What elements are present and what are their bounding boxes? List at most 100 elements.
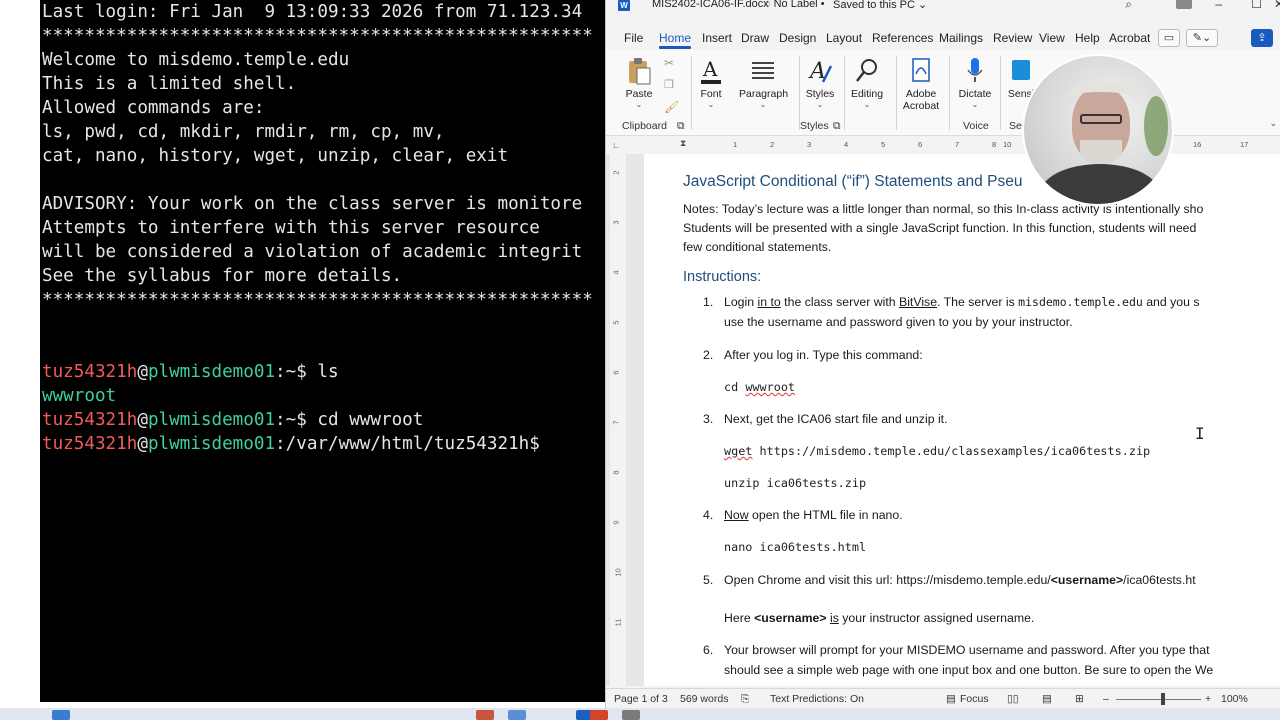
zoom-slider[interactable] [1116,699,1201,700]
horizontal-ruler[interactable]: ∟ ⧗ 1 2 3 4 5 6 7 8 9 10 16 17 [606,138,1280,152]
sensitivity-label[interactable]: ◌ No Label • [764,0,825,10]
zoom-in-button[interactable]: + [1205,693,1211,705]
svg-text:A: A [702,57,718,81]
code-line: wget https://misdemo.temple.edu/classexa… [724,444,1151,458]
document-page[interactable]: JavaScript Conditional (“if”) Statements… [644,154,1280,686]
paste-button[interactable]: Paste ⌄ [622,56,656,109]
notes-line: few conditional statements. [683,240,832,254]
proofing-icon[interactable]: ⎘ [741,693,749,706]
document-filename[interactable]: MIS2402-ICA06-IF.docx [652,0,769,10]
font-button[interactable]: A Font ⌄ [696,56,726,109]
chevron-down-icon: ⌄ [863,100,871,109]
tab-file[interactable]: File [624,31,643,45]
search-icon[interactable]: ⌕ [1125,0,1132,12]
text-predictions[interactable]: Text Predictions: On [770,693,864,705]
terminal-blank [42,312,606,336]
tab-references[interactable]: References [872,31,933,45]
styles-label: Styles [805,88,835,100]
step-number: 2. [703,348,714,362]
tab-selector-icon[interactable]: ∟ [612,140,621,150]
chevron-down-icon: ⌄ [816,100,824,109]
word-app-icon: W [618,0,630,11]
tab-home[interactable]: Home [659,31,692,49]
terminal-line: Welcome to misdemo.temple.edu [42,50,350,70]
taskbar-app-icon[interactable] [508,710,526,720]
step-text: Your browser will prompt for your MISDEM… [724,643,1210,657]
group-label-sensitivity: Se [1009,120,1022,132]
page-count[interactable]: Page 1 of 3 [614,693,668,705]
cut-icon[interactable]: ✂ [664,56,674,70]
ssh-terminal-window[interactable]: Last login: Fri Jan 9 13:09:33 2026 from… [40,0,606,702]
tab-help[interactable]: Help [1075,31,1100,45]
dialog-launcher-icon[interactable]: ⧉ [677,120,685,133]
terminal-line: ADVISORY: Your work on the class server … [42,194,583,214]
zoom-level[interactable]: 100% [1221,693,1248,705]
code-line: cd wwwroot [724,380,796,394]
word-count[interactable]: 569 words [680,693,728,705]
tab-acrobat[interactable]: Acrobat [1109,31,1150,45]
print-layout-icon[interactable]: ▤ [1042,693,1052,705]
format-painter-icon[interactable]: 🖌 [664,100,679,114]
save-status[interactable]: Saved to this PC ⌄ [833,0,927,11]
prompt-command: ls [317,362,339,382]
start-icon[interactable] [52,710,70,720]
read-mode-icon[interactable]: ▯▯ [1007,693,1019,705]
ribbon-separator [844,56,845,130]
styles-button[interactable]: A Styles ⌄ [805,56,835,109]
adobe-acrobat-icon [912,58,930,82]
taskbar-app-icon[interactable] [476,710,494,720]
comments-icon[interactable]: ▭ [1158,29,1180,47]
ruler-label: 1 [733,140,738,149]
tab-insert[interactable]: Insert [702,31,732,45]
editing-button[interactable]: Editing ⌄ [850,56,884,109]
account-avatar[interactable] [1176,0,1192,9]
dialog-launcher-icon[interactable]: ⧉ [833,120,841,133]
terminal-line: ls, pwd, cd, mkdir, rmdir, rm, cp, mv, [42,122,445,142]
close-button[interactable]: ✕ [1274,0,1280,11]
zoom-out-button[interactable]: – [1103,693,1109,705]
minimize-button[interactable]: – [1215,0,1222,11]
copy-icon[interactable]: ❐ [664,78,674,91]
zoom-slider-thumb[interactable] [1160,693,1165,705]
word-window[interactable]: W MIS2402-ICA06-IF.docx ◌ No Label • Sav… [605,0,1280,708]
tab-review[interactable]: Review [993,31,1032,45]
taskbar-app-icon[interactable] [622,710,640,720]
terminal-prompt-line-current[interactable]: tuz54321h@plwmisdemo01:/var/www/html/tuz… [42,432,606,456]
editing-mode-pen-icon[interactable]: ✎⌄ [1186,29,1218,47]
tab-design[interactable]: Design [779,31,816,45]
indent-marker-icon[interactable]: ⧗ [680,138,686,149]
dictate-button[interactable]: Dictate ⌄ [958,56,992,109]
ruler-label: 3 [807,140,812,149]
web-layout-icon[interactable]: ⊞ [1075,693,1084,705]
share-icon[interactable]: ⇪ [1251,29,1273,47]
paragraph-icon [752,62,774,79]
tab-draw[interactable]: Draw [741,31,769,45]
font-icon: A [701,57,721,84]
code-line: unzip ica06tests.zip [724,476,867,490]
taskbar-app-icon[interactable] [590,710,608,720]
step-text: Login in to the class server with BitVis… [724,295,1200,309]
collapse-ribbon-icon[interactable]: ⌄ [1269,118,1277,129]
adobe-label-line2: Acrobat [902,100,940,112]
step-text: Here <username> is your instructor assig… [724,611,1035,625]
ruler-label: 8 [992,140,997,149]
dictate-label: Dictate [958,88,992,100]
word-titlebar[interactable]: W MIS2402-ICA06-IF.docx ◌ No Label • Sav… [606,0,1280,14]
document-canvas[interactable]: 2 3 4 5 6 7 8 9 10 11 JavaScript Conditional (“if… [606,154,1280,686]
tab-mailings[interactable]: Mailings [939,31,983,45]
maximize-button[interactable]: ☐ [1251,0,1262,11]
focus-button[interactable]: Focus [960,693,989,705]
adobe-acrobat-button[interactable]: Adobe Acrobat [898,56,944,112]
editing-label: Editing [850,88,884,100]
prompt-user: tuz54321h [42,362,138,382]
step-text: After you log in. Type this command: [724,348,923,362]
focus-icon[interactable]: ▤ [946,693,956,705]
save-status-text: Saved to this PC [833,0,915,11]
paragraph-button[interactable]: Paragraph ⌄ [739,56,789,109]
paste-label: Paste [625,88,653,100]
terminal-prompt-line: tuz54321h@plwmisdemo01:~$ ls [42,360,606,384]
paragraph-label: Paragraph [739,88,789,100]
tab-view[interactable]: View [1039,31,1065,45]
tab-layout[interactable]: Layout [826,31,862,45]
